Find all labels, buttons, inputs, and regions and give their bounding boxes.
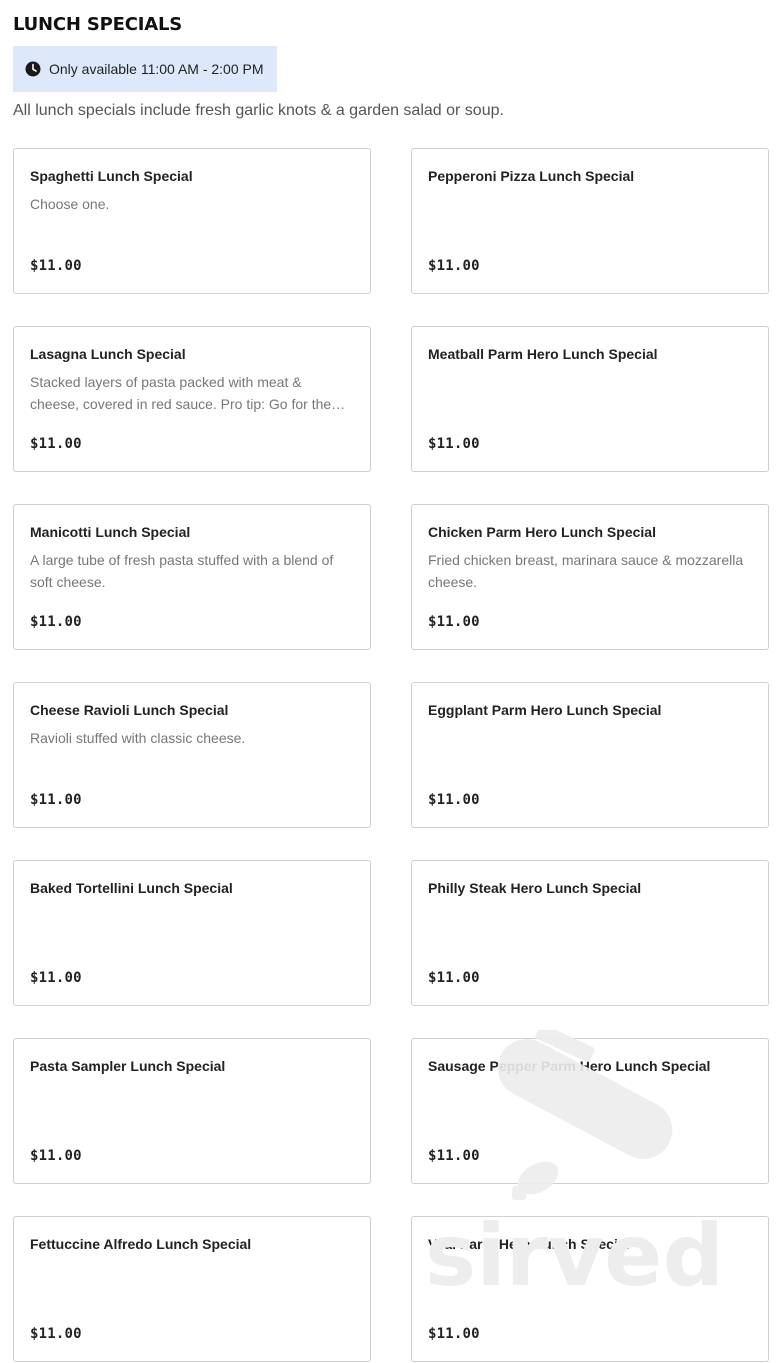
- menu-item-description: Fried chicken breast, marinara sauce & m…: [428, 552, 744, 590]
- menu-item-price: $11.00: [30, 258, 82, 274]
- menu-item-name: Veal Parm Hero Lunch Special: [428, 1236, 630, 1252]
- menu-item-price: $11.00: [30, 1148, 82, 1164]
- menu-item-description: Choose one.: [30, 196, 110, 212]
- menu-item-name: Spaghetti Lunch Special: [30, 168, 193, 184]
- menu-item-name: Cheese Ravioli Lunch Special: [30, 702, 229, 718]
- menu-item-card[interactable]: Spaghetti Lunch Special Choose one. $11.00: [13, 148, 371, 294]
- menu-item-card[interactable]: Fettuccine Alfredo Lunch Special $11.00: [13, 1216, 371, 1362]
- menu-item-card[interactable]: Meatball Parm Hero Lunch Special $11.00: [411, 326, 769, 472]
- menu-item-name: Eggplant Parm Hero Lunch Special: [428, 702, 662, 718]
- menu-item-price: $11.00: [428, 1326, 480, 1342]
- menu-item-price: $11.00: [428, 614, 480, 630]
- menu-item-name: Sausage Pepper Parm Hero Lunch Special: [428, 1058, 711, 1074]
- menu-item-price: $11.00: [30, 970, 82, 986]
- menu-item-card[interactable]: Baked Tortellini Lunch Special $11.00: [13, 860, 371, 1006]
- menu-item-name: Meatball Parm Hero Lunch Special: [428, 346, 658, 362]
- menu-item-name: Fettuccine Alfredo Lunch Special: [30, 1236, 252, 1252]
- menu-item-card[interactable]: Chicken Parm Hero Lunch Special Fried chi…: [411, 504, 769, 650]
- menu-item-description: Ravioli stuffed with classic cheese.: [30, 730, 246, 746]
- menu-item-card[interactable]: Pepperoni Pizza Lunch Special $11.00: [411, 148, 769, 294]
- availability-text: Only available 11:00 AM - 2:00 PM: [49, 61, 264, 77]
- menu-item-name: Manicotti Lunch Special: [30, 524, 191, 540]
- menu-item-name: Pepperoni Pizza Lunch Special: [428, 168, 635, 184]
- menu-item-price: $11.00: [30, 1326, 82, 1342]
- menu-item-price: $11.00: [428, 258, 480, 274]
- menu-item-price: $11.00: [30, 792, 82, 808]
- section-title: LUNCH SPECIALS: [13, 14, 182, 35]
- menu-item-description: Stacked layers of pasta packed with meat…: [30, 374, 346, 412]
- menu-item-name: Lasagna Lunch Special: [30, 346, 186, 362]
- menu-item-card[interactable]: Lasagna Lunch Special Stacked layers of p…: [13, 326, 371, 472]
- menu-item-name: Pasta Sampler Lunch Special: [30, 1058, 226, 1074]
- menu-item-card[interactable]: Pasta Sampler Lunch Special $11.00: [13, 1038, 371, 1184]
- clock-icon: [25, 61, 41, 77]
- menu-item-description: A large tube of fresh pasta stuffed with…: [30, 552, 334, 590]
- section-description: All lunch specials include fresh garlic …: [13, 102, 504, 119]
- menu-item-card[interactable]: Manicotti Lunch Special A large tube of f…: [13, 504, 371, 650]
- availability-badge: Only available 11:00 AM - 2:00 PM: [13, 46, 277, 92]
- menu-item-price: $11.00: [428, 970, 480, 986]
- menu-item-card[interactable]: Sausage Pepper Parm Hero Lunch Special $1…: [411, 1038, 769, 1184]
- menu-item-card[interactable]: Veal Parm Hero Lunch Special $11.00: [411, 1216, 769, 1362]
- menu-item-price: $11.00: [30, 436, 82, 452]
- menu-item-price: $11.00: [428, 1148, 480, 1164]
- menu-item-card[interactable]: Philly Steak Hero Lunch Special $11.00: [411, 860, 769, 1006]
- menu-item-card[interactable]: Cheese Ravioli Lunch Special Ravioli stuf…: [13, 682, 371, 828]
- menu-item-name: Philly Steak Hero Lunch Special: [428, 880, 642, 896]
- menu-item-name: Chicken Parm Hero Lunch Special: [428, 524, 656, 540]
- menu-item-price: $11.00: [428, 792, 480, 808]
- menu-item-price: $11.00: [30, 614, 82, 630]
- menu-item-card[interactable]: Eggplant Parm Hero Lunch Special $11.00: [411, 682, 769, 828]
- menu-item-name: Baked Tortellini Lunch Special: [30, 880, 233, 896]
- menu-item-price: $11.00: [428, 436, 480, 452]
